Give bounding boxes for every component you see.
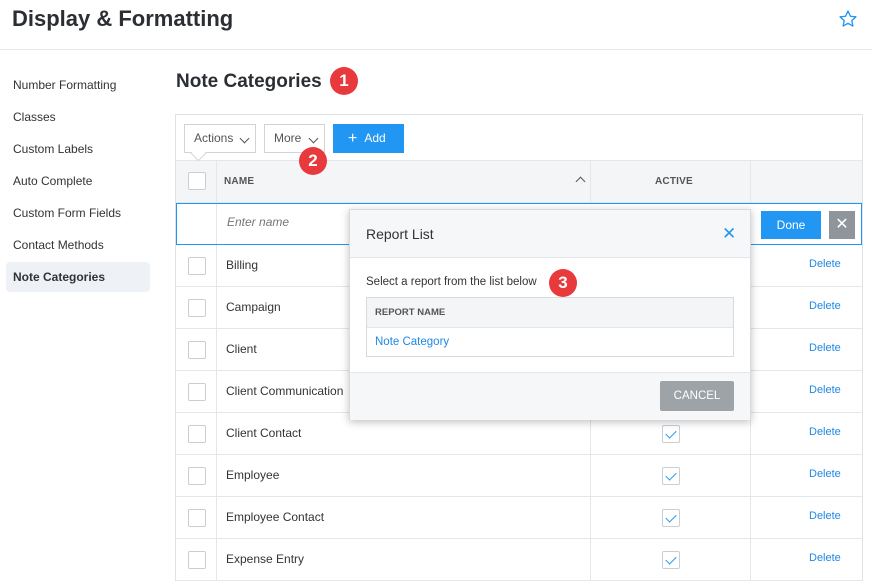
chevron-down-icon	[239, 133, 250, 144]
column-divider	[750, 539, 751, 581]
sidebar-item-number-formatting[interactable]: Number Formatting	[6, 70, 150, 100]
delete-link[interactable]: Delete	[809, 510, 841, 522]
row-name: Client Communication	[226, 384, 344, 398]
sidebar-item-custom-form-fields[interactable]: Custom Form Fields	[6, 198, 150, 228]
delete-link[interactable]: Delete	[809, 258, 841, 270]
active-checkbox[interactable]	[662, 509, 680, 527]
row-name: Client	[226, 342, 257, 356]
row-checkbox[interactable]	[188, 299, 206, 317]
delete-link[interactable]: Delete	[809, 552, 841, 564]
sidebar-item-auto-complete[interactable]: Auto Complete	[6, 166, 150, 196]
column-header-name[interactable]: NAME	[224, 176, 254, 187]
column-divider	[216, 287, 217, 329]
actions-label: Actions	[194, 131, 234, 145]
grid-toolbar: Actions More + Add	[176, 115, 862, 161]
more-label: More	[274, 131, 302, 145]
dialog-instruction: Select a report from the list below	[366, 276, 537, 288]
row-checkbox[interactable]	[188, 467, 206, 485]
report-list-dialog: Report List ✕ Select a report from the l…	[349, 209, 751, 420]
active-checkbox[interactable]	[662, 467, 680, 485]
table-row[interactable]: Employee Delete	[176, 455, 862, 497]
column-divider	[590, 161, 591, 203]
row-name: Client Contact	[226, 426, 302, 440]
page-header: Display & Formatting	[0, 0, 872, 50]
column-divider	[750, 497, 751, 539]
row-checkbox[interactable]	[188, 551, 206, 569]
row-checkbox[interactable]	[188, 425, 206, 443]
delete-link[interactable]: Delete	[809, 468, 841, 480]
table-row[interactable]: Expense Entry Delete	[176, 539, 862, 581]
delete-link[interactable]: Delete	[809, 426, 841, 438]
select-all-checkbox[interactable]	[188, 172, 206, 190]
column-divider	[590, 539, 591, 581]
column-divider	[216, 161, 217, 203]
column-divider	[750, 161, 751, 203]
row-name: Campaign	[226, 300, 281, 314]
column-divider	[216, 329, 217, 371]
add-button[interactable]: + Add	[333, 124, 404, 153]
section-title: Note Categories	[176, 71, 322, 92]
delete-link[interactable]: Delete	[809, 384, 841, 396]
column-header-active[interactable]: ACTIVE	[655, 176, 693, 187]
sidebar-item-contact-methods[interactable]: Contact Methods	[6, 230, 150, 260]
page-title: Display & Formatting	[12, 6, 234, 31]
row-name: Employee Contact	[226, 510, 325, 524]
close-icon[interactable]: ✕	[722, 224, 736, 244]
cancel-edit-button[interactable]: ✕	[829, 211, 855, 239]
star-icon[interactable]	[838, 9, 858, 29]
column-divider	[590, 455, 591, 497]
step-badge-3: 3	[549, 269, 577, 297]
column-divider	[590, 497, 591, 539]
row-checkbox[interactable]	[188, 257, 206, 275]
row-checkbox[interactable]	[188, 383, 206, 401]
row-checkbox[interactable]	[188, 509, 206, 527]
column-divider	[750, 455, 751, 497]
delete-link[interactable]: Delete	[809, 342, 841, 354]
dialog-header: Report List ✕	[350, 210, 750, 258]
report-table: REPORT NAME Note Category	[366, 297, 734, 357]
row-name: Expense Entry	[226, 552, 305, 566]
row-checkbox[interactable]	[188, 341, 206, 359]
plus-icon: +	[348, 130, 358, 147]
actions-dropdown[interactable]: Actions	[184, 124, 256, 153]
active-checkbox[interactable]	[662, 425, 680, 443]
column-divider	[216, 371, 217, 413]
delete-link[interactable]: Delete	[809, 300, 841, 312]
done-button[interactable]: Done	[761, 211, 821, 239]
dialog-title: Report List	[366, 226, 434, 242]
step-badge-1: 1	[330, 67, 358, 95]
sidebar-item-classes[interactable]: Classes	[6, 102, 150, 132]
settings-sidebar: Number Formatting Classes Custom Labels …	[6, 70, 150, 294]
row-name: Employee	[226, 468, 280, 482]
add-label: Add	[364, 131, 386, 145]
column-divider	[216, 497, 217, 539]
chevron-down-icon	[308, 133, 319, 144]
dialog-footer: CANCEL	[350, 372, 750, 420]
report-name-header: REPORT NAME	[367, 298, 733, 328]
sidebar-item-note-categories[interactable]: Note Categories	[6, 262, 150, 292]
table-row[interactable]: Employee Contact Delete	[176, 497, 862, 539]
sort-ascending-icon[interactable]	[575, 176, 586, 187]
row-name: Billing	[226, 258, 259, 272]
report-link-note-category[interactable]: Note Category	[367, 328, 733, 356]
column-divider	[216, 539, 217, 581]
column-divider	[216, 413, 217, 455]
column-divider	[216, 204, 217, 244]
cancel-button[interactable]: CANCEL	[660, 381, 734, 411]
column-divider	[216, 455, 217, 497]
step-badge-2: 2	[299, 147, 327, 175]
sidebar-item-custom-labels[interactable]: Custom Labels	[6, 134, 150, 164]
active-checkbox[interactable]	[662, 551, 680, 569]
column-divider	[216, 245, 217, 287]
table-header: NAME ACTIVE	[176, 161, 862, 203]
